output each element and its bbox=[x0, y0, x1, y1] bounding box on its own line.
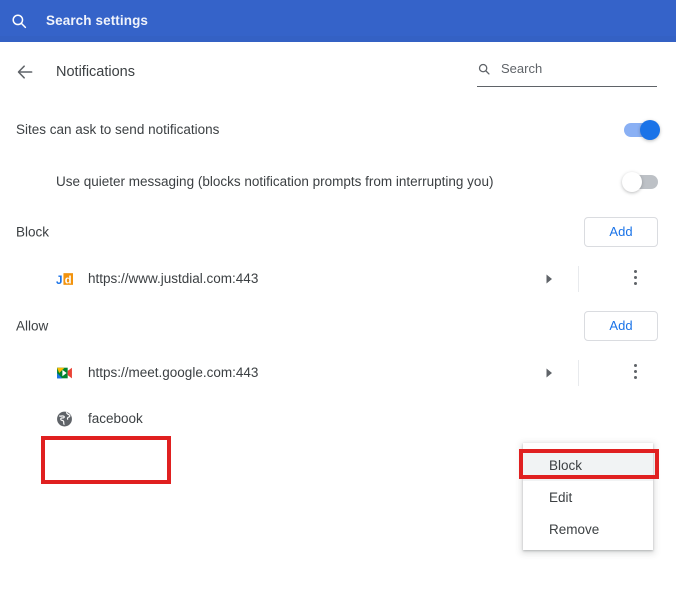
row-divider bbox=[578, 266, 579, 292]
toggle-knob bbox=[622, 172, 642, 192]
setting-row-quieter-messaging: Use quieter messaging (blocks notificati… bbox=[0, 156, 676, 208]
page-title: Notifications bbox=[56, 62, 135, 82]
context-menu-item-block[interactable]: Block bbox=[523, 449, 653, 481]
section-header-block: Block Add bbox=[0, 208, 676, 256]
context-menu-item-remove[interactable]: Remove bbox=[523, 513, 653, 545]
sites-can-ask-toggle[interactable] bbox=[624, 123, 658, 137]
setting-row-sites-can-ask: Sites can ask to send notifications bbox=[0, 104, 676, 156]
site-url: facebook bbox=[88, 410, 143, 428]
annotation-box-facebook-row bbox=[41, 436, 171, 484]
toggle-knob bbox=[640, 120, 660, 140]
search-icon bbox=[10, 12, 28, 30]
more-vert-icon[interactable] bbox=[627, 364, 643, 382]
settings-content: Sites can ask to send notifications Use … bbox=[0, 104, 676, 442]
globe-icon bbox=[56, 411, 73, 428]
settings-search-box[interactable] bbox=[477, 60, 657, 87]
section-title: Block bbox=[16, 225, 49, 240]
setting-label: Use quieter messaging (blocks notificati… bbox=[56, 173, 493, 191]
quieter-messaging-toggle[interactable] bbox=[624, 175, 658, 189]
site-row-google-meet[interactable]: https://meet.google.com:443 bbox=[0, 350, 676, 396]
settings-page-header: Notifications bbox=[0, 42, 676, 104]
omnibox-placeholder-text: Search settings bbox=[46, 14, 148, 28]
arrow-left-icon bbox=[15, 62, 35, 82]
search-input[interactable] bbox=[501, 60, 641, 78]
justdial-favicon: J d bbox=[56, 271, 73, 288]
back-button[interactable] bbox=[12, 59, 38, 85]
site-url: https://meet.google.com:443 bbox=[88, 364, 258, 382]
row-divider bbox=[578, 360, 579, 386]
chevron-right-icon[interactable] bbox=[543, 272, 555, 286]
site-row-facebook[interactable]: facebook bbox=[0, 396, 676, 442]
section-title: Allow bbox=[16, 319, 48, 334]
site-url: https://www.justdial.com:443 bbox=[88, 270, 258, 288]
section-header-allow: Allow Add bbox=[0, 302, 676, 350]
svg-text:d: d bbox=[65, 275, 72, 287]
context-menu-item-edit[interactable]: Edit bbox=[523, 481, 653, 513]
svg-text:J: J bbox=[56, 274, 63, 287]
google-meet-favicon bbox=[56, 365, 73, 382]
add-button-allow[interactable]: Add bbox=[584, 311, 658, 341]
site-row-justdial[interactable]: J d https://www.justdial.com:443 bbox=[0, 256, 676, 302]
search-icon bbox=[477, 62, 491, 76]
chevron-right-icon[interactable] bbox=[543, 366, 555, 380]
setting-label: Sites can ask to send notifications bbox=[16, 121, 219, 139]
site-context-menu[interactable]: Block Edit Remove bbox=[523, 443, 653, 550]
add-button-block[interactable]: Add bbox=[584, 217, 658, 247]
omnibox-search-bar[interactable]: Search settings bbox=[0, 0, 676, 42]
more-vert-icon[interactable] bbox=[627, 270, 643, 288]
